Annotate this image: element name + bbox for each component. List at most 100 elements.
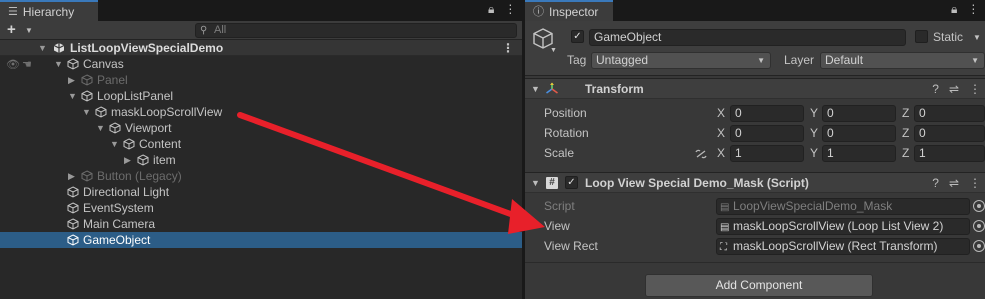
scale-z-field[interactable]: 1 <box>914 145 985 162</box>
help-icon[interactable]: ? <box>932 79 939 99</box>
scene-row[interactable]: ▼ ListLoopViewSpecialDemo ⋮ <box>0 40 522 56</box>
gameobject-cube-icon <box>81 74 93 86</box>
gameobject-cube-icon <box>81 170 93 182</box>
scale-z-label[interactable]: Z <box>902 145 909 162</box>
icon-dropdown-caret-icon[interactable]: ▼ <box>550 47 557 54</box>
hierarchy-item-directional-light[interactable]: Directional Light <box>0 184 522 200</box>
hierarchy-item-gameobject[interactable]: GameObject <box>0 232 522 248</box>
chevron-down-icon[interactable]: ▼ <box>25 22 33 39</box>
kebab-menu-icon[interactable]: ⋮ <box>967 2 979 17</box>
kebab-menu-icon[interactable]: ⋮ <box>969 79 981 99</box>
script-label: Script <box>544 199 575 213</box>
rotation-y-label[interactable]: Y <box>810 125 818 142</box>
hierarchy-search-input[interactable]: ⚲ All <box>195 23 517 38</box>
hierarchy-item-content[interactable]: ▼ Content <box>0 136 522 152</box>
help-icon[interactable]: ? <box>932 173 939 193</box>
rotation-y-field[interactable]: 0 <box>822 125 896 142</box>
lock-icon[interactable]: 🔒︎ <box>951 2 957 17</box>
hierarchy-item-looplistpanel[interactable]: ▼ LoopListPanel <box>0 88 522 104</box>
expand-arrow-icon[interactable]: ▼ <box>54 56 63 72</box>
transform-header[interactable]: ▼ Transform ? ⇌ ⋮ <box>525 78 985 99</box>
position-x-label[interactable]: X <box>717 105 725 122</box>
tab-inspector[interactable]: ⓘ Inspector <box>525 0 613 21</box>
tag-dropdown[interactable]: Untagged ▼ <box>591 52 771 69</box>
position-y-label[interactable]: Y <box>810 105 818 122</box>
tab-inspector-label: Inspector <box>549 4 599 19</box>
scale-x-label[interactable]: X <box>717 145 725 162</box>
scale-y-label[interactable]: Y <box>810 145 818 162</box>
gameobject-cube-icon <box>95 106 107 118</box>
object-picker-icon[interactable] <box>973 200 985 212</box>
static-checkbox[interactable] <box>915 30 928 43</box>
script-enabled-checkbox[interactable]: ✓ <box>565 176 578 189</box>
position-x-field[interactable]: 0 <box>730 105 804 122</box>
tab-hierarchy[interactable]: ☰ Hierarchy <box>0 0 98 21</box>
gameobject-cube-icon <box>67 218 79 230</box>
script-value: LoopViewSpecialDemo_Mask <box>733 199 893 213</box>
kebab-menu-icon[interactable]: ⋮ <box>969 173 981 193</box>
pickable-hand-icon[interactable]: ☚ <box>22 57 32 73</box>
hierarchy-item-main-camera[interactable]: Main Camera <box>0 216 522 232</box>
expand-arrow-icon[interactable]: ▼ <box>531 79 540 99</box>
presets-icon[interactable]: ⇌ <box>949 173 959 193</box>
layer-value: Default <box>825 53 864 67</box>
hierarchy-item-button-legacy[interactable]: ▶ Button (Legacy) <box>0 168 522 184</box>
collapse-arrow-icon[interactable]: ▶ <box>68 168 75 184</box>
collapse-arrow-icon[interactable]: ▶ <box>124 152 131 168</box>
position-y-field[interactable]: 0 <box>822 105 896 122</box>
gameobject-cube-icon <box>109 122 121 134</box>
presets-icon[interactable]: ⇌ <box>949 79 959 99</box>
expand-arrow-icon[interactable]: ▼ <box>531 173 540 193</box>
view-field[interactable]: ▤ maskLoopScrollView (Loop List View 2) <box>716 218 970 235</box>
static-label: Static <box>933 30 964 44</box>
expand-arrow-icon[interactable]: ▼ <box>68 88 77 104</box>
lock-icon[interactable]: 🔒︎ <box>488 2 494 17</box>
view-rect-field[interactable]: ⛶ maskLoopScrollView (Rect Transform) <box>716 238 970 255</box>
hierarchy-item-label: EventSystem <box>83 201 154 215</box>
gameobject-name-field[interactable]: GameObject <box>589 29 906 46</box>
hierarchy-item-label: GameObject <box>83 233 151 247</box>
position-z-label[interactable]: Z <box>902 105 909 122</box>
hierarchy-item-maskloopscrollview[interactable]: ▼ maskLoopScrollView <box>0 104 522 120</box>
expand-arrow-icon[interactable]: ▼ <box>96 120 105 136</box>
search-icon: ⚲ <box>200 25 208 36</box>
expand-arrow-icon[interactable]: ▼ <box>38 40 47 56</box>
script-component-header[interactable]: ▼ # ✓ Loop View Special Demo_Mask (Scrip… <box>525 172 985 193</box>
kebab-menu-icon[interactable]: ⋮ <box>504 2 516 17</box>
expand-arrow-icon[interactable]: ▼ <box>82 104 91 120</box>
scale-x-field[interactable]: 1 <box>730 145 804 162</box>
gameobject-header: ▼ ✓ GameObject Static ▼ Tag Untagged ▼ L… <box>525 21 985 76</box>
rotation-x-field[interactable]: 0 <box>730 125 804 142</box>
rotation-z-field[interactable]: 0 <box>914 125 985 142</box>
inspector-tabbar: ⓘ Inspector 🔒︎ ⋮ <box>525 0 985 21</box>
constrain-proportions-link-icon[interactable] <box>694 148 708 160</box>
hierarchy-item-panel[interactable]: ▶ Panel <box>0 72 522 88</box>
visibility-eye-icon[interactable]: 👁︎ <box>6 57 20 73</box>
scale-y-field[interactable]: 1 <box>822 145 896 162</box>
add-component-button[interactable]: Add Component <box>645 274 873 297</box>
object-picker-icon[interactable] <box>973 240 985 252</box>
hierarchy-item-viewport[interactable]: ▼ Viewport <box>0 120 522 136</box>
rotation-label: Rotation <box>544 126 589 140</box>
add-object-button[interactable]: + <box>7 21 16 38</box>
active-checkbox[interactable]: ✓ <box>571 30 584 43</box>
position-z-field[interactable]: 0 <box>914 105 985 122</box>
hierarchy-item-label: Button (Legacy) <box>97 169 182 183</box>
layer-dropdown[interactable]: Default ▼ <box>820 52 985 69</box>
rotation-x-label[interactable]: X <box>717 125 725 142</box>
scene-header[interactable]: ▼ ListLoopViewSpecialDemo ⋮ <box>0 40 522 56</box>
hierarchy-item-eventsystem[interactable]: EventSystem <box>0 200 522 216</box>
object-picker-icon[interactable] <box>973 220 985 232</box>
collapse-arrow-icon[interactable]: ▶ <box>68 72 75 88</box>
static-dropdown-caret-icon[interactable]: ▼ <box>973 33 981 42</box>
inspector-tab-icons: 🔒︎ ⋮ <box>951 2 979 17</box>
hierarchy-item-canvas[interactable]: 👁︎ ☚ ▼ Canvas <box>0 56 522 72</box>
rotation-z-label[interactable]: Z <box>902 125 909 142</box>
hierarchy-item-item[interactable]: ▶ item <box>0 152 522 168</box>
transform-icon <box>546 82 558 94</box>
expand-arrow-icon[interactable]: ▼ <box>110 136 119 152</box>
hierarchy-item-label: maskLoopScrollView <box>111 105 223 119</box>
view-label: View <box>544 219 570 233</box>
scene-kebab-icon[interactable]: ⋮ <box>502 40 514 56</box>
gameobject-cube-icon <box>81 90 93 102</box>
